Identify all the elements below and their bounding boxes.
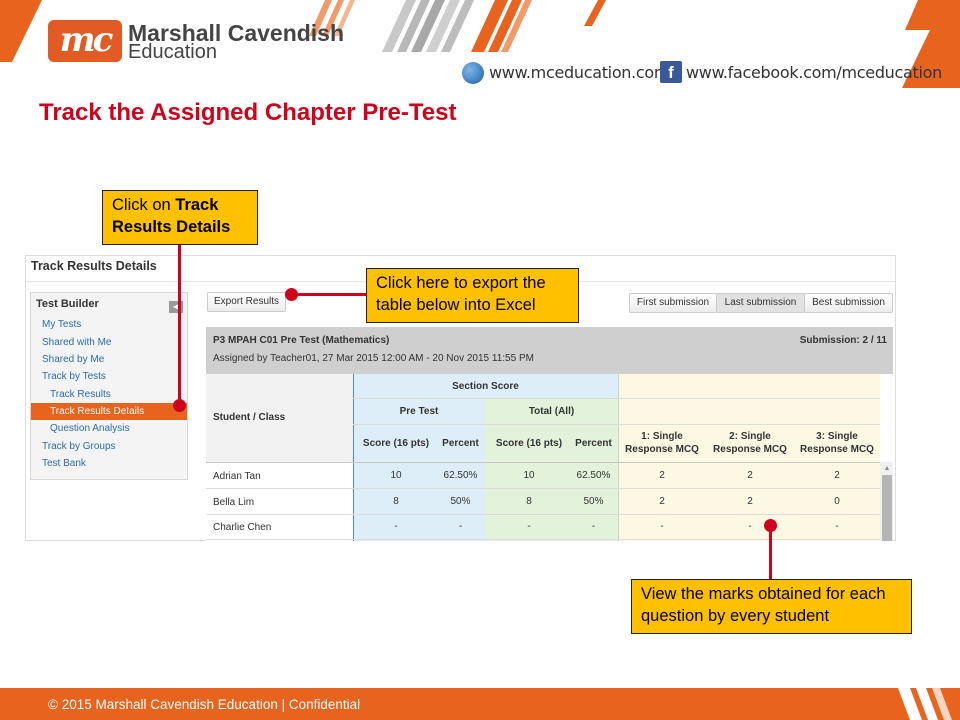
slide-title: Track the Assigned Chapter Pre-Test: [39, 99, 457, 126]
q3-header-type: Response MCQ: [800, 444, 874, 455]
facebook-icon: f: [660, 61, 682, 83]
test-info-bar: P3 MPAH C01 Pre Test (Mathematics) Submi…: [206, 327, 893, 374]
q1-mark-cell: 2: [659, 496, 665, 507]
assignment-info: Assigned by Teacher01, 27 Mar 2015 12:00…: [213, 353, 534, 364]
sidebar-item-test-bank[interactable]: Test Bank: [42, 458, 86, 469]
grid-divider: [206, 514, 880, 515]
grid-divider: [206, 462, 880, 463]
marks-callout: View the marks obtained for each questio…: [631, 579, 912, 634]
callout-text: Click on: [112, 196, 176, 214]
best-submission-button[interactable]: Best submission: [804, 293, 893, 313]
student-class-header: Student / Class: [213, 412, 286, 423]
track-details-callout: Click on Track Results Details: [102, 190, 258, 245]
sidebar-item-shared-with-me[interactable]: Shared with Me: [42, 337, 111, 348]
grid-divider: [206, 488, 880, 489]
percent-total-cell: -: [591, 521, 596, 532]
student-name[interactable]: Bella Lim: [213, 497, 254, 508]
scrollbar-thumb[interactable]: [882, 475, 892, 541]
total-all-header: Total (All): [528, 406, 575, 417]
facebook-link[interactable]: www.facebook.com/mceducation: [686, 63, 942, 82]
pointer-line: [292, 293, 366, 296]
pointer-dot: [173, 399, 186, 412]
results-table: P3 MPAH C01 Pre Test (Mathematics) Submi…: [206, 327, 893, 541]
pre-test-header: Pre Test: [399, 406, 439, 417]
sidebar-heading: Test Builder: [36, 298, 99, 310]
first-submission-button[interactable]: First submission: [629, 293, 717, 313]
q1-mark-cell: -: [660, 521, 664, 532]
q2-header: 2: Single: [729, 431, 771, 442]
grid-divider: [353, 398, 880, 399]
grid-divider: [618, 374, 619, 541]
sidebar-item-track-by-groups[interactable]: Track by Groups: [42, 441, 116, 452]
student-name[interactable]: Adrian Tan: [213, 471, 261, 482]
submission-count: Submission: 2 / 11: [799, 335, 887, 346]
brand-subname: Education: [128, 41, 217, 63]
pointer-dot: [764, 519, 777, 532]
percent-header-total: Percent: [575, 438, 612, 449]
sidebar-item-my-tests[interactable]: My Tests: [42, 319, 81, 330]
q1-mark-cell: 2: [659, 470, 665, 481]
q2-mark-cell: 2: [747, 470, 753, 481]
grid-divider: [353, 424, 880, 425]
score-total-cell: 10: [523, 470, 535, 481]
percent-header-pre: Percent: [442, 438, 479, 449]
q2-header-type: Response MCQ: [713, 444, 787, 455]
sidebar-item-track-results[interactable]: Track Results: [50, 389, 111, 400]
panel-title: Track Results Details: [31, 259, 157, 273]
question-zone: [618, 374, 880, 541]
pre-test-zone: [353, 374, 485, 541]
sidebar-item-question-analysis[interactable]: Question Analysis: [50, 423, 130, 434]
score-header-pre: Score (16 pts): [362, 438, 430, 449]
q2-mark-cell: -: [748, 521, 752, 532]
sidebar-item-shared-by-me[interactable]: Shared by Me: [42, 354, 104, 365]
percent-pre-cell: 50%: [450, 496, 471, 507]
score-total-cell: 8: [526, 496, 532, 507]
export-results-button[interactable]: Export Results: [207, 292, 286, 312]
last-submission-button[interactable]: Last submission: [716, 293, 805, 313]
q1-header: 1: Single: [641, 431, 683, 442]
footer-decoration: [898, 688, 952, 720]
q3-header: 3: Single: [816, 431, 858, 442]
sidebar-item-track-results-details[interactable]: Track Results Details: [31, 403, 187, 420]
pointer-line: [769, 526, 772, 579]
grid-divider: [353, 374, 354, 541]
percent-total-cell: 62.50%: [576, 470, 611, 481]
pointer-line: [178, 245, 181, 405]
score-total-cell: -: [527, 521, 531, 532]
score-pre-cell: 8: [393, 496, 399, 507]
export-callout: Click here to export the table below int…: [366, 268, 579, 323]
q3-mark-cell: 0: [834, 496, 840, 507]
grid-divider: [206, 539, 880, 540]
globe-icon: [462, 62, 484, 84]
percent-pre-cell: 62.50%: [443, 470, 478, 481]
q3-mark-cell: -: [835, 521, 839, 532]
percent-total-cell: 50%: [583, 496, 604, 507]
score-header-total: Score (16 pts): [495, 438, 563, 449]
score-pre-cell: -: [394, 521, 398, 532]
student-name[interactable]: Charlie Chen: [213, 522, 271, 533]
brand-logo: mc: [48, 20, 122, 62]
scroll-up-icon[interactable]: ▲: [882, 464, 892, 473]
q1-header-type: Response MCQ: [625, 444, 699, 455]
q2-mark-cell: 2: [747, 496, 753, 507]
score-pre-cell: 10: [390, 470, 402, 481]
sidebar-item-track-by-tests[interactable]: Track by Tests: [42, 371, 106, 382]
sidebar: Test Builder ◀ My Tests Shared with Me S…: [30, 292, 188, 480]
section-score-header: Section Score: [452, 381, 519, 392]
test-name: P3 MPAH C01 Pre Test (Mathematics): [213, 335, 390, 346]
q3-mark-cell: 2: [834, 470, 840, 481]
pointer-dot: [285, 288, 298, 301]
percent-pre-cell: -: [458, 521, 463, 532]
footer-copyright: © 2015 Marshall Cavendish Education | Co…: [48, 697, 361, 712]
website-link[interactable]: www.mceducation.com: [489, 63, 670, 82]
